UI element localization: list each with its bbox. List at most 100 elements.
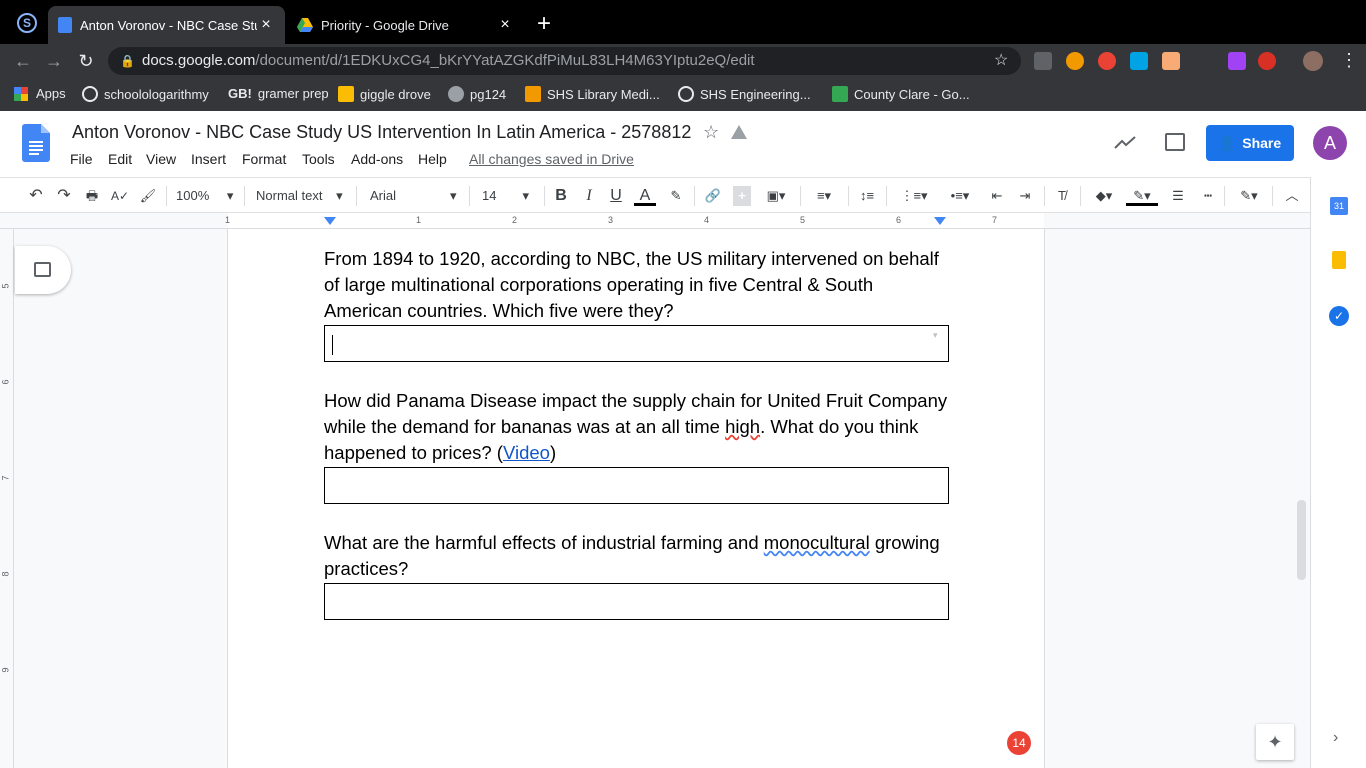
- move-to-folder-icon[interactable]: [731, 125, 747, 139]
- docs-logo-icon[interactable]: [22, 124, 50, 162]
- text-color-icon[interactable]: A: [634, 186, 656, 206]
- keep-icon[interactable]: [1332, 251, 1346, 269]
- profile-avatar-icon[interactable]: [1303, 51, 1323, 71]
- paint-format-icon[interactable]: 🖌: [138, 186, 158, 206]
- link-icon[interactable]: 🔗: [703, 186, 723, 206]
- print-icon[interactable]: 🖶: [82, 186, 102, 206]
- comments-icon[interactable]: [1165, 133, 1185, 151]
- bookmark-apps[interactable]: Apps: [14, 86, 66, 101]
- divider: [244, 186, 245, 206]
- share-button[interactable]: 👤 Share: [1206, 125, 1294, 161]
- document-page[interactable]: From 1894 to 1920, according to NBC, the…: [228, 229, 1044, 768]
- address-bar[interactable]: 🔒 docs.google.com/document/d/1EDKUxCG4_b…: [108, 47, 1021, 75]
- menu-help[interactable]: Help: [418, 151, 447, 167]
- scrollbar-thumb[interactable]: [1297, 500, 1306, 580]
- divider: [1224, 186, 1225, 206]
- answer-box-2[interactable]: [324, 467, 949, 504]
- extension-icon[interactable]: [1258, 52, 1276, 70]
- menu-addons[interactable]: Add-ons: [351, 151, 403, 167]
- cell-fill-icon[interactable]: ◆▾: [1088, 186, 1120, 206]
- bookmark-label: Apps: [36, 86, 66, 101]
- star-icon[interactable]: ☆: [703, 122, 719, 143]
- decrease-indent-icon[interactable]: ⇤: [986, 186, 1008, 206]
- font-size-select[interactable]: 14 ▾: [482, 186, 538, 206]
- bulleted-list-icon[interactable]: •≡▾: [942, 186, 978, 206]
- menu-file[interactable]: File: [70, 151, 93, 167]
- bookmark-item[interactable]: SHS Engineering...: [678, 86, 811, 102]
- redo-icon[interactable]: ↷: [54, 186, 74, 206]
- menu-edit[interactable]: Edit: [108, 151, 132, 167]
- increase-indent-icon[interactable]: ⇥: [1014, 186, 1036, 206]
- bold-button[interactable]: B: [552, 186, 570, 206]
- tasks-icon[interactable]: ✓: [1329, 306, 1349, 326]
- menu-insert[interactable]: Insert: [191, 151, 226, 167]
- underline-button[interactable]: U: [607, 186, 625, 206]
- spellcheck-icon[interactable]: A✓: [110, 186, 130, 206]
- bookmark-item[interactable]: SHS Library Medi...: [525, 86, 660, 102]
- highlight-icon[interactable]: ✎: [666, 186, 686, 206]
- extension-icon[interactable]: [1228, 52, 1246, 70]
- undo-icon[interactable]: ↶: [26, 186, 46, 206]
- answer-box-1[interactable]: ▾: [324, 325, 949, 362]
- border-color-icon[interactable]: ✎▾: [1126, 186, 1158, 206]
- bookmark-item[interactable]: pg124: [448, 86, 506, 102]
- horizontal-ruler[interactable]: 1 1 2 3 4 5 6 7: [0, 213, 1310, 229]
- paragraph-style-select[interactable]: Normal text ▾: [256, 186, 348, 206]
- grammar-flag-word[interactable]: monocultural: [764, 532, 870, 553]
- owl-extension-icon[interactable]: [1066, 52, 1084, 70]
- misspelled-word[interactable]: high: [725, 416, 760, 437]
- menu-tools[interactable]: Tools: [302, 151, 335, 167]
- bookmark-item[interactable]: GB! gramer prep: [228, 86, 329, 101]
- crx-extension-icon[interactable]: [1034, 52, 1052, 70]
- forward-icon[interactable]: →: [43, 50, 65, 72]
- notification-badge[interactable]: 14: [1007, 731, 1031, 755]
- video-link[interactable]: Video: [503, 442, 550, 463]
- document-outline-button[interactable]: [15, 246, 71, 294]
- new-tab-button[interactable]: +: [537, 10, 551, 38]
- avatar[interactable]: A: [1313, 126, 1347, 160]
- tab-drive[interactable]: Priority - Google Drive ×: [287, 6, 524, 44]
- line-spacing-icon[interactable]: ↕≡: [856, 186, 878, 206]
- reload-icon[interactable]: ↻: [75, 50, 97, 72]
- explore-button[interactable]: ✦: [1256, 724, 1294, 760]
- collapse-toolbar-icon[interactable]: ︿: [1282, 186, 1302, 206]
- activity-trend-icon[interactable]: [1114, 135, 1136, 149]
- left-indent-marker-icon[interactable]: [324, 217, 336, 225]
- adblock-extension-icon[interactable]: [1098, 52, 1116, 70]
- font-select[interactable]: Arial ▾: [370, 186, 462, 206]
- menu-format[interactable]: Format: [242, 151, 286, 167]
- back-icon[interactable]: ←: [12, 50, 34, 72]
- bookmark-item[interactable]: schoolologarithmy: [82, 86, 209, 102]
- tab-docs[interactable]: Anton Voronov - NBC Case Stu ×: [48, 6, 285, 44]
- add-comment-icon[interactable]: +: [733, 186, 751, 206]
- menu-view[interactable]: View: [146, 151, 176, 167]
- right-indent-marker-icon[interactable]: [934, 217, 946, 225]
- border-dash-icon[interactable]: ┅: [1198, 186, 1218, 206]
- editing-mode-icon[interactable]: ✎▾: [1232, 186, 1266, 206]
- close-tab-icon[interactable]: ×: [257, 16, 275, 34]
- save-status[interactable]: All changes saved in Drive: [469, 151, 634, 167]
- zoom-select[interactable]: 100% ▾: [176, 186, 236, 206]
- extension-icon[interactable]: [1162, 52, 1180, 70]
- border-width-icon[interactable]: ☰: [1168, 186, 1188, 206]
- calendar-icon[interactable]: 31: [1330, 197, 1348, 215]
- dropdown-arrow-icon[interactable]: ▾: [933, 330, 938, 341]
- menu-icon[interactable]: ⋮: [1340, 50, 1358, 71]
- insert-image-icon[interactable]: ▣▾: [760, 186, 792, 206]
- numbered-list-icon[interactable]: ⋮≡▾: [896, 186, 932, 206]
- align-icon[interactable]: ≡▾: [808, 186, 840, 206]
- expand-panel-icon[interactable]: ›: [1333, 729, 1338, 747]
- vertical-ruler[interactable]: 5 6 7 8 9: [0, 229, 14, 768]
- bookmark-item[interactable]: giggle drove: [338, 86, 431, 102]
- italic-button[interactable]: I: [580, 186, 598, 206]
- answer-box-3[interactable]: [324, 583, 949, 620]
- chrome-profile-icon[interactable]: S: [17, 13, 37, 33]
- maps-icon: [832, 86, 848, 102]
- bookmark-star-icon[interactable]: ☆: [994, 47, 1008, 75]
- clear-formatting-icon[interactable]: T̸: [1052, 186, 1072, 206]
- extension-icon[interactable]: [1130, 52, 1148, 70]
- bookmark-item[interactable]: County Clare - Go...: [832, 86, 970, 102]
- close-tab-icon[interactable]: ×: [496, 16, 514, 34]
- document-title[interactable]: Anton Voronov - NBC Case Study US Interv…: [72, 122, 691, 143]
- ruler-number: 3: [608, 215, 614, 225]
